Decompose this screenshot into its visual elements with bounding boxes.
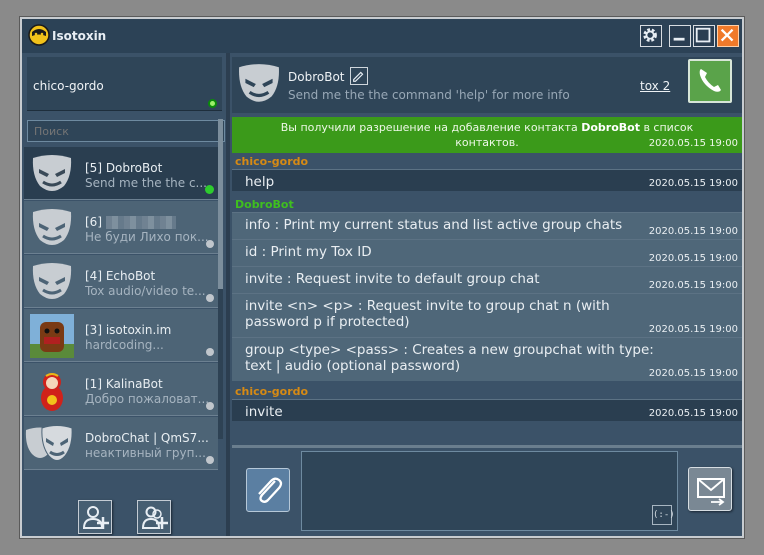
message-timestamp: 2020.05.15 19:00 — [648, 368, 738, 379]
self-name: chico-gordo — [33, 79, 104, 93]
message-sender: chico-gordo — [235, 385, 309, 398]
pencil-icon — [353, 71, 364, 82]
message-item[interactable]: info : Print my current status and list … — [232, 212, 742, 239]
offline-indicator — [206, 456, 214, 464]
contact-item-dobrochat[interactable]: DobroChat | QmS7... неактивный груп... — [24, 417, 218, 470]
contact-name: DobroChat | QmS7... — [85, 431, 209, 445]
add-group-icon — [141, 506, 168, 529]
message-item[interactable]: invite <n> <p> : Request invite to group… — [232, 293, 742, 337]
message-timestamp: 2020.05.15 19:00 — [648, 178, 738, 189]
contact-item-kalinabot[interactable]: [1] KalinaBot Добро пожаловат... — [24, 363, 218, 416]
panel-divider[interactable] — [226, 53, 230, 536]
message-text: id : Print my Tox ID — [245, 244, 372, 260]
emoji-button[interactable]: (:-) — [652, 505, 675, 525]
chat-contact-name: DobroBot — [288, 70, 345, 84]
add-contact-button[interactable] — [78, 500, 112, 534]
add-group-button[interactable] — [137, 500, 171, 534]
contact-name: [1] KalinaBot — [85, 377, 163, 391]
main-window: Isotoxin chico-gordo Поиск [5] DobroBot … — [20, 17, 744, 538]
message-text: info : Print my current status and list … — [245, 217, 623, 233]
attach-file-button[interactable] — [246, 468, 290, 512]
composer-splitter[interactable] — [232, 445, 742, 448]
offline-indicator — [206, 402, 214, 410]
contact-name: [5] DobroBot — [85, 161, 163, 175]
contact-item-6[interactable]: [6] Не буди Лихо пок... — [24, 201, 218, 254]
message-sender: chico-gordo — [235, 155, 309, 168]
contact-status-text: Send me the the c... — [85, 176, 207, 190]
contact-name: [3] isotoxin.im — [85, 323, 172, 337]
contact-status-text: Не буди Лихо пок... — [85, 230, 209, 244]
contact-list-scroll-thumb[interactable] — [218, 119, 223, 289]
group-mask-icon — [25, 425, 73, 461]
gear-icon — [643, 28, 657, 42]
search-input[interactable] — [27, 120, 225, 142]
message-list: Вы получили разрешение на добавление кон… — [232, 117, 742, 439]
domo-avatar-icon — [30, 314, 74, 358]
contact-item-isotoxin-im[interactable]: [3] isotoxin.im hardcoding... — [24, 309, 218, 362]
title-bar[interactable]: Isotoxin — [22, 19, 742, 53]
app-title: Isotoxin — [52, 29, 107, 43]
message-item[interactable]: group <type> <pass> : Creates a new grou… — [232, 337, 742, 381]
message-composer: (:-) — [232, 449, 742, 536]
chat-contact-status: Send me the the command 'help' for more … — [288, 88, 570, 102]
tox-mask-icon — [32, 209, 72, 245]
message-text: group <type> <pass> : Creates a new grou… — [245, 342, 654, 374]
redacted-name — [105, 216, 176, 229]
contacts-panel: chico-gordo [5] DobroBot Send me the the… — [22, 53, 226, 536]
message-text: help — [245, 174, 275, 190]
settings-button[interactable] — [640, 25, 662, 47]
message-input[interactable] — [301, 451, 678, 531]
envelope-send-icon — [697, 478, 725, 506]
maximize-button[interactable] — [693, 25, 715, 47]
offline-indicator — [206, 348, 214, 356]
call-button[interactable] — [688, 59, 732, 103]
offline-indicator — [206, 240, 214, 248]
tox-mask-icon — [239, 64, 279, 102]
minimize-icon — [673, 37, 685, 41]
phone-icon — [699, 69, 721, 92]
message-timestamp: 2020.05.15 19:00 — [648, 408, 738, 419]
contact-name: [4] EchoBot — [85, 269, 156, 283]
message-timestamp: 2020.05.15 19:00 — [648, 253, 738, 264]
contact-name: [6] — [85, 215, 213, 229]
contact-item-echobot[interactable]: [4] EchoBot Tox audio/video te... — [24, 255, 218, 308]
paperclip-icon — [258, 477, 283, 503]
message-text: invite <n> <p> : Request invite to group… — [245, 298, 610, 330]
close-icon — [720, 28, 734, 42]
contact-status-text: Добро пожаловат... — [85, 392, 210, 406]
contact-list: [5] DobroBot Send me the the c... [6] Не… — [24, 147, 220, 472]
close-button[interactable] — [717, 25, 739, 47]
self-status-indicator[interactable] — [208, 99, 217, 108]
add-user-icon — [82, 506, 109, 529]
self-profile[interactable]: chico-gordo — [27, 57, 222, 111]
message-text: invite — [245, 404, 283, 420]
message-item[interactable]: invite 2020.05.15 19:00 — [232, 399, 742, 421]
minimize-button[interactable] — [669, 25, 691, 47]
isotoxin-logo-icon — [28, 24, 50, 46]
tox-mask-icon — [32, 155, 72, 191]
tox-mask-icon — [32, 263, 72, 299]
protocol-link[interactable]: tox 2 — [640, 79, 670, 93]
message-text: invite : Request invite to default group… — [245, 271, 540, 287]
offline-indicator — [206, 294, 214, 302]
matryoshka-avatar-icon — [41, 373, 63, 411]
contact-status-text: hardcoding... — [85, 338, 164, 352]
message-sender: DobroBot — [235, 198, 294, 211]
message-item[interactable]: invite : Request invite to default group… — [232, 266, 742, 293]
message-timestamp: 2020.05.15 19:00 — [648, 138, 738, 149]
maximize-icon — [695, 27, 711, 43]
message-timestamp: 2020.05.15 19:00 — [648, 280, 738, 291]
message-item[interactable]: id : Print my Tox ID 2020.05.15 19:00 — [232, 239, 742, 266]
chat-header: DobroBot Send me the the command 'help' … — [232, 57, 742, 113]
system-notification: Вы получили разрешение на добавление кон… — [232, 117, 742, 153]
contact-item-dobrobot[interactable]: [5] DobroBot Send me the the c... — [24, 147, 218, 200]
contact-status-text: Tox audio/video te... — [85, 284, 206, 298]
message-timestamp: 2020.05.15 19:00 — [648, 226, 738, 237]
message-timestamp: 2020.05.15 19:00 — [648, 324, 738, 335]
message-item[interactable]: help 2020.05.15 19:00 — [232, 169, 742, 191]
contact-status-text: неактивный груп... — [85, 446, 206, 460]
edit-name-button[interactable] — [350, 67, 368, 85]
send-button[interactable] — [688, 467, 732, 511]
online-indicator — [205, 185, 214, 194]
